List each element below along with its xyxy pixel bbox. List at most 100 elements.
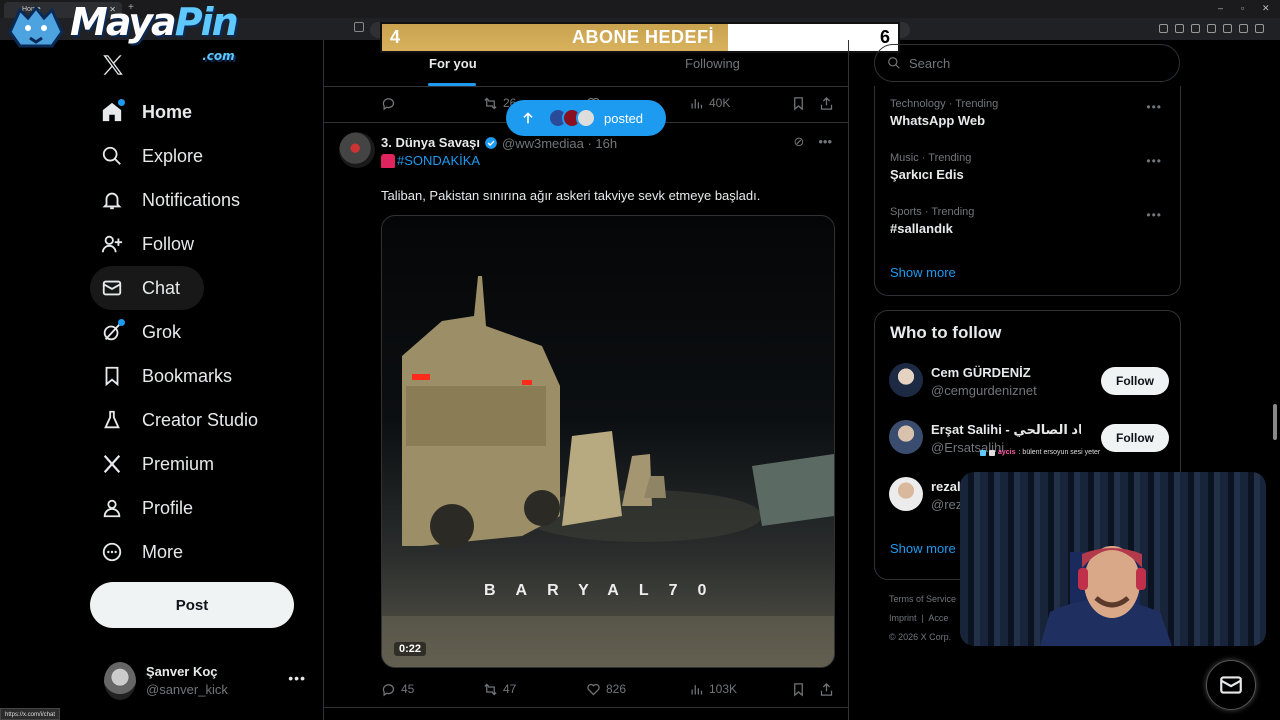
post-top-icons: ⊘ ••• [793, 134, 832, 150]
follow-button[interactable]: Follow [1101, 367, 1169, 395]
nav-item-home[interactable]: Home [90, 90, 330, 134]
active-tab-indicator [428, 83, 476, 86]
bookmark-page-icon[interactable] [354, 22, 364, 32]
unread-dot [118, 319, 125, 326]
nav-item-follow[interactable]: Follow [90, 222, 330, 266]
nav-item-bookmarks[interactable]: Bookmarks [90, 354, 330, 398]
author-handle[interactable]: @ww3mediaa [502, 136, 584, 151]
stream-chat-message: aycis : bülent ersoyun sesi yeter [980, 449, 1100, 456]
more-options-icon[interactable]: ••• [818, 134, 832, 150]
panther-logo-icon [8, 5, 64, 48]
suggestion-item[interactable]: Cem GÜRDENİZ @cemgurdeniznet Follow [889, 363, 1169, 403]
post-hashtag[interactable]: #SONDAKİKA [381, 153, 480, 168]
show-more-link[interactable]: Show more [890, 541, 956, 556]
nav-label: Premium [142, 453, 215, 474]
post-author[interactable]: 3. Dünya Savaşı [381, 135, 498, 150]
terms-link[interactable]: Terms of Service [889, 590, 956, 609]
trend-item[interactable]: Sports · Trending #sallandık ••• [890, 206, 1170, 236]
nav-item-chat[interactable]: Chat [90, 266, 204, 310]
person-icon [100, 496, 124, 520]
mail-icon [1220, 676, 1242, 694]
chat-badge-icon [989, 449, 995, 456]
nav-label: Profile [142, 497, 194, 518]
share-icon [820, 96, 833, 110]
trend-name: Şarkıcı Edis [890, 167, 964, 182]
extension-icon[interactable] [1191, 24, 1200, 33]
reply-button[interactable]: 45 [381, 682, 414, 697]
extension-icon[interactable] [1239, 24, 1248, 33]
avatar [889, 477, 923, 511]
more-options-icon[interactable]: ••• [1146, 208, 1162, 222]
search-input[interactable]: Search [874, 44, 1180, 82]
new-posts-pill[interactable]: posted [506, 100, 666, 136]
avatar[interactable] [339, 132, 375, 168]
views-button[interactable]: 103K [689, 682, 737, 697]
search-icon [100, 144, 124, 168]
nav-item-creator-studio[interactable]: Creator Studio [90, 398, 330, 442]
share-button[interactable] [819, 96, 834, 111]
like-button[interactable]: 826 [586, 682, 626, 697]
menu-icon[interactable] [1255, 24, 1264, 33]
bookmark-button[interactable] [791, 96, 806, 111]
post-video[interactable]: BARYAL70 0:22 [381, 215, 835, 668]
arrow-up-icon [523, 112, 533, 124]
post-actions: 45 47 826 103K [381, 680, 833, 698]
tab-following[interactable]: Following [685, 56, 740, 71]
video-duration: 0:22 [394, 642, 427, 656]
page-scrollbar[interactable] [1273, 404, 1277, 440]
hashtag-text: #SONDAKİKA [397, 153, 481, 168]
nav-item-notifications[interactable]: Notifications [90, 178, 330, 222]
webcam-overlay [960, 472, 1266, 646]
tab-for-you[interactable]: For you [429, 56, 477, 71]
repost-button[interactable]: 47 [483, 682, 516, 697]
logo-text-maya: Maya [70, 0, 177, 44]
nav-item-profile[interactable]: Profile [90, 486, 330, 530]
author-name: 3. Dünya Savaşı [381, 135, 480, 150]
close-window-icon[interactable]: ✕ [1262, 3, 1270, 14]
unread-dot [118, 99, 125, 106]
grok-icon[interactable]: ⊘ [793, 134, 804, 150]
nav-label: Notifications [142, 189, 241, 210]
trend-item[interactable]: Technology · Trending WhatsApp Web ••• [890, 98, 1170, 128]
post-button[interactable]: Post [90, 582, 294, 628]
extension-icon[interactable] [1207, 24, 1216, 33]
avatar [576, 108, 596, 128]
show-more-link[interactable]: Show more [890, 265, 956, 280]
repost-icon [484, 683, 497, 695]
messages-fab[interactable] [1206, 660, 1256, 710]
views-button[interactable]: 40K [689, 96, 730, 111]
follow-button[interactable]: Follow [1101, 424, 1169, 452]
primary-nav: Home Explore Notifications Follow Chat G… [90, 90, 330, 574]
minimize-icon[interactable]: – [1218, 3, 1223, 13]
maximize-icon[interactable]: ▫ [1241, 3, 1244, 13]
extension-icon[interactable] [1159, 24, 1168, 33]
share-icon [820, 682, 833, 696]
panel-title: Who to follow [890, 323, 1002, 342]
x-logo-icon[interactable] [100, 52, 126, 78]
verified-badge-icon [485, 136, 497, 149]
trend-category: Music · Trending [890, 152, 972, 164]
reply-button[interactable] [381, 96, 401, 111]
logo-suffix: .com [202, 49, 235, 63]
divider [324, 707, 848, 708]
post-time[interactable]: 16h [595, 136, 617, 151]
nav-item-premium[interactable]: Premium [90, 442, 330, 486]
bookmark-button[interactable] [791, 682, 806, 697]
more-options-icon[interactable]: ••• [288, 670, 306, 686]
nav-item-grok[interactable]: Grok [90, 310, 330, 354]
logo-wordmark: MayaPin .com [70, 0, 239, 63]
search-icon [888, 57, 900, 69]
imprint-link[interactable]: Imprint [889, 613, 917, 623]
timeline: For you Following 26 40K posted 3. Dünya… [323, 40, 849, 720]
more-options-icon[interactable]: ••• [1146, 154, 1162, 168]
nav-item-more[interactable]: More [90, 530, 330, 574]
trend-item[interactable]: Music · Trending Şarkıcı Edis ••• [890, 152, 1170, 182]
accessibility-link[interactable]: Acce [928, 613, 948, 623]
more-options-icon[interactable]: ••• [1146, 100, 1162, 114]
share-button[interactable] [819, 682, 834, 697]
extension-icon[interactable] [1175, 24, 1184, 33]
account-switcher[interactable]: Şanver Koç @sanver_kick ••• [100, 660, 310, 704]
extension-icon[interactable] [1223, 24, 1232, 33]
reply-icon [382, 97, 395, 110]
nav-item-explore[interactable]: Explore [90, 134, 330, 178]
